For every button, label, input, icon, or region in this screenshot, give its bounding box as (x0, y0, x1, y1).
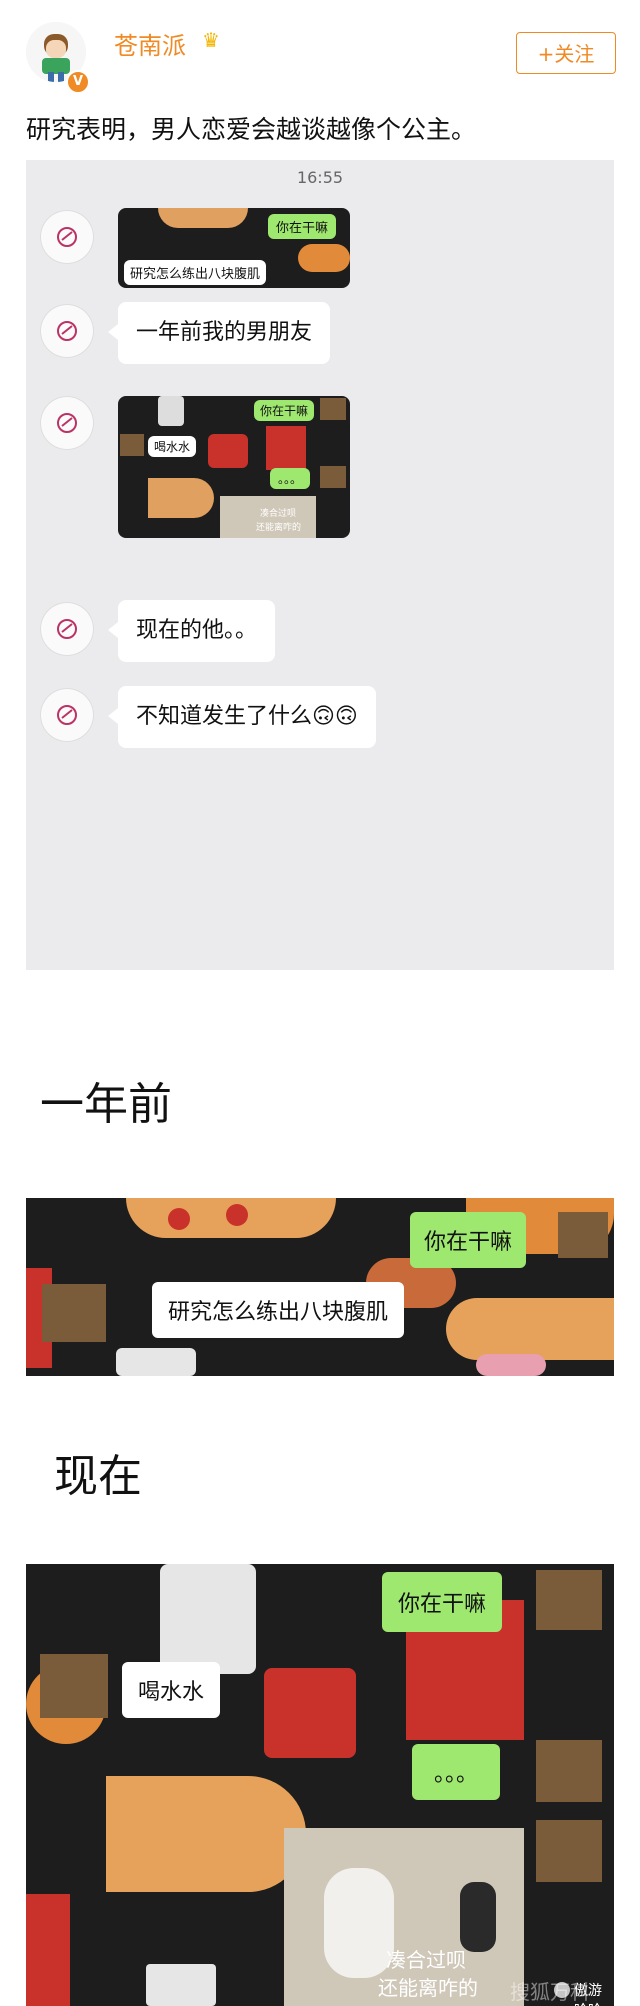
plate-shape (116, 1348, 196, 1376)
chat-bubble: 现在的他。。 (107, 600, 276, 662)
white-bubble: 研究怎么练出八块腹肌 (152, 1282, 405, 1338)
chat-bubble: 一年前我的男朋友 (107, 302, 331, 364)
white-bubble: 喝水水 (122, 1662, 221, 1718)
cup-shape (158, 396, 184, 426)
fries-shape (266, 426, 306, 470)
chat-timestamp: 16:55 (296, 168, 344, 187)
green-bubble: 你在干嘛 (382, 1572, 503, 1632)
bread-shape (446, 1298, 614, 1360)
pepperoni-shape (226, 1204, 248, 1226)
green-bubble: 。。。 (412, 1744, 501, 1800)
chat-avatar (40, 304, 94, 358)
sticker-avatar (120, 434, 144, 456)
sticker-image-now: 你在干嘛 喝水水 。。。 凑合过呗 还能离咋的 搜狐万科 傲游哈哈 (26, 1564, 614, 2006)
macaroni-shape (208, 434, 248, 468)
cat-photo: 凑合过呗 还能离咋的 (220, 496, 316, 538)
cup-shape (26, 1894, 70, 2006)
pizza-shape (158, 208, 248, 228)
pepperoni-shape (168, 1208, 190, 1230)
sticker-avatar (42, 1284, 106, 1342)
macaroni-shape (264, 1668, 356, 1758)
green-bubble: 你在干嘛 (254, 400, 315, 421)
white-bubble: 研究怎么练出八块腹肌 (124, 260, 267, 285)
pizza-shape (106, 1776, 306, 1892)
chat-avatar (40, 396, 94, 450)
bread-shape (298, 244, 350, 272)
watermark-right: 傲游哈哈 (574, 1983, 602, 2006)
cat-photo: 凑合过呗 还能离咋的 (284, 1828, 524, 2006)
chat-image-abs[interactable]: 你在干嘛 研究怎么练出八块腹肌 (118, 208, 350, 288)
sticker-avatar (536, 1570, 602, 1630)
sticker-avatar (40, 1654, 108, 1718)
cat-caption: 还能离咋的 (378, 1976, 478, 2000)
section-label-now: 现在 (54, 1451, 142, 1502)
watermark-logo-icon (554, 1982, 570, 1998)
crown-icon: ♛ (202, 28, 220, 52)
verified-icon: V (66, 70, 90, 94)
sticker-avatar (536, 1820, 602, 1882)
white-bubble: 喝水水 (148, 436, 197, 457)
chat-image-water[interactable]: 你在干嘛 喝水水 。。。 凑合过呗 还能离咋的 (118, 396, 350, 538)
post-text: 研究表明，男人恋爱会越谈越像个公主。 (26, 115, 477, 144)
section-label-before: 一年前 (40, 1079, 172, 1130)
chat-bubble: 不知道发生了什么🙃🙃 (108, 686, 376, 748)
chat-avatar (40, 688, 94, 742)
cat-shape (460, 1882, 496, 1952)
cat-shape (324, 1868, 394, 1978)
chat-avatar (40, 210, 94, 264)
ham-shape (476, 1354, 546, 1376)
pizza-shape (148, 478, 214, 518)
plate-shape (146, 1964, 216, 2006)
chat-screenshot: 16:55 你在干嘛 研究怎么练出八块腹肌 一年前我的男朋友 你在干嘛 喝水水 … (26, 160, 614, 970)
username[interactable]: 苍南派 (114, 26, 186, 61)
cat-caption: 凑合过呗 (260, 509, 297, 519)
cat-caption: 还能离咋的 (256, 523, 302, 533)
sticker-avatar (320, 398, 346, 420)
sticker-image-before: 你在干嘛 研究怎么练出八块腹肌 (26, 1198, 614, 1376)
green-bubble: 。。。 (270, 468, 311, 489)
sticker-avatar (536, 1740, 602, 1802)
sticker-avatar (320, 466, 346, 488)
cat-caption: 凑合过呗 (386, 1948, 466, 1972)
green-bubble: 你在干嘛 (410, 1212, 527, 1268)
cup-shape (160, 1564, 256, 1674)
follow-button[interactable]: +关注 (516, 32, 616, 74)
chat-avatar (40, 602, 94, 656)
sticker-avatar (558, 1212, 608, 1258)
green-bubble: 你在干嘛 (268, 214, 337, 239)
